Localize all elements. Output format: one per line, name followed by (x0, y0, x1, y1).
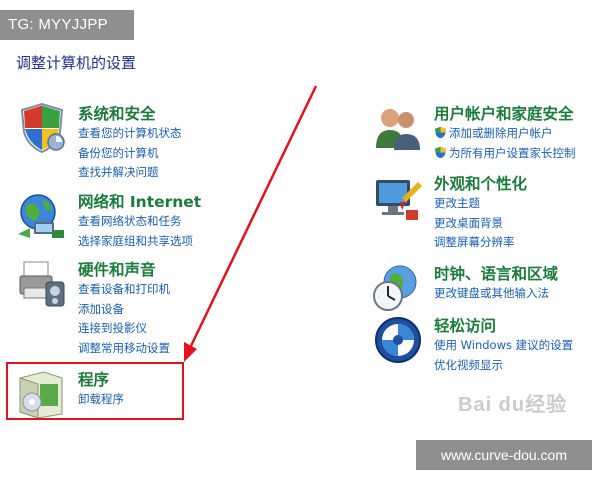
link-add-remove-accounts[interactable]: 添加或删除用户帐户 (434, 124, 576, 144)
link-parental-controls[interactable]: 为所有用户设置家长控制 (434, 144, 576, 164)
link-change-theme[interactable]: 更改主题 (434, 194, 515, 214)
category-title[interactable]: 硬件和声音 (78, 258, 156, 280)
link-optimize-display[interactable]: 优化视频显示 (434, 356, 573, 376)
programs-highlight-box (6, 362, 184, 420)
site-watermark: www.curve-dou.com (416, 440, 592, 470)
link-troubleshoot[interactable]: 查找并解决问题 (78, 163, 182, 183)
category-title[interactable]: 外观和个性化 (434, 172, 527, 194)
ease-of-access-icon (375, 317, 421, 363)
link-view-computer-status[interactable]: 查看您的计算机状态 (78, 124, 182, 144)
category-title[interactable]: 网络和 Internet (78, 190, 201, 212)
link-connect-projector[interactable]: 连接到投影仪 (78, 319, 170, 339)
tg-watermark: TG: MYYJJPP (0, 10, 134, 40)
baidu-watermark: Bai du经验 (458, 394, 568, 416)
category-title[interactable]: 轻松访问 (434, 314, 496, 336)
clock-globe-icon (373, 265, 417, 311)
link-mobility-settings[interactable]: 调整常用移动设置 (78, 339, 170, 359)
link-add-device[interactable]: 添加设备 (78, 300, 170, 320)
link-change-keyboard[interactable]: 更改键盘或其他输入法 (434, 284, 549, 304)
network-globe-icon (18, 194, 64, 238)
page-title: 调整计算机的设置 (16, 54, 137, 72)
link-backup-computer[interactable]: 备份您的计算机 (78, 144, 182, 164)
monitor-paint-icon (376, 180, 422, 220)
link-windows-recommended[interactable]: 使用 Windows 建议的设置 (434, 336, 573, 356)
users-icon (376, 109, 420, 150)
link-view-network-status[interactable]: 查看网络状态和任务 (78, 212, 193, 232)
link-text: 添加或删除用户帐户 (449, 126, 553, 140)
uac-shield-icon (434, 126, 447, 139)
category-title[interactable]: 系统和安全 (78, 102, 156, 124)
link-screen-resolution[interactable]: 调整屏幕分辨率 (434, 233, 515, 253)
link-text: 为所有用户设置家长控制 (449, 145, 576, 160)
category-title[interactable]: 时钟、语言和区域 (434, 262, 558, 284)
printer-icon (19, 261, 65, 307)
category-title[interactable]: 用户帐户和家庭安全 (434, 102, 574, 124)
link-homegroup-sharing[interactable]: 选择家庭组和共享选项 (78, 232, 193, 252)
uac-shield-icon (434, 146, 447, 158)
shield-icon (20, 102, 65, 154)
link-change-background[interactable]: 更改桌面背景 (434, 214, 515, 234)
link-devices-printers[interactable]: 查看设备和打印机 (78, 280, 170, 300)
